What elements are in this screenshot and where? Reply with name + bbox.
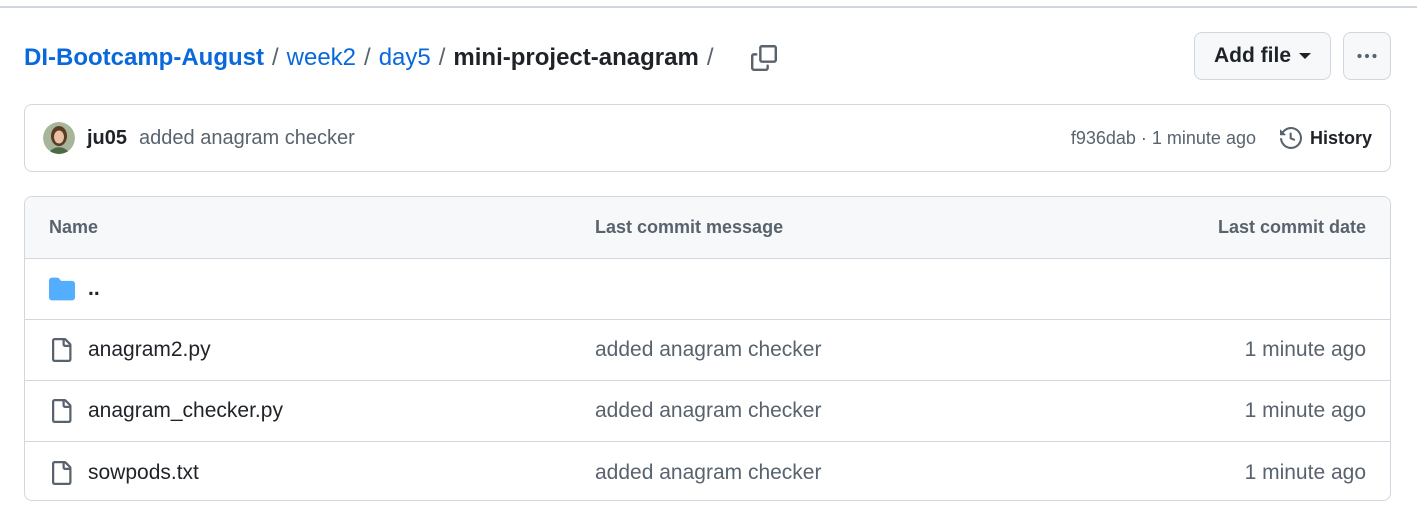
table-row: anagram2.py added anagram checker 1 minu… bbox=[25, 320, 1390, 381]
breadcrumb-separator: / bbox=[271, 44, 279, 71]
breadcrumb-link-week2[interactable]: week2 bbox=[287, 44, 356, 72]
table-header: Name Last commit message Last commit dat… bbox=[25, 197, 1390, 259]
avatar[interactable] bbox=[43, 122, 75, 154]
file-name-link[interactable]: sowpods.txt bbox=[88, 461, 199, 485]
breadcrumb-current: mini-project-anagram bbox=[453, 44, 699, 71]
copy-icon bbox=[751, 45, 778, 71]
more-options-button[interactable] bbox=[1343, 32, 1391, 80]
kebab-horizontal-icon bbox=[1357, 53, 1377, 59]
file-icon bbox=[49, 338, 73, 362]
breadcrumb-separator: / bbox=[364, 44, 371, 71]
parent-directory-link[interactable]: .. bbox=[88, 277, 100, 301]
file-commit-date: 1 minute ago bbox=[1244, 460, 1366, 484]
history-icon bbox=[1279, 127, 1302, 149]
top-divider bbox=[0, 6, 1417, 8]
add-file-label: Add file bbox=[1214, 44, 1291, 67]
folder-icon bbox=[49, 276, 75, 302]
file-commit-date: 1 minute ago bbox=[1244, 338, 1366, 361]
history-button[interactable]: History bbox=[1279, 127, 1372, 149]
file-commit-date: 1 minute ago bbox=[1244, 399, 1366, 422]
commit-hash-time[interactable]: f936dab · 1 minute ago bbox=[1071, 128, 1256, 149]
breadcrumb-link-day5[interactable]: day5 bbox=[379, 44, 431, 72]
caret-down-icon bbox=[1299, 53, 1311, 59]
file-commit-message-link[interactable]: added anagram checker bbox=[595, 338, 821, 362]
commit-message-link[interactable]: added anagram checker bbox=[139, 127, 355, 150]
copy-path-button[interactable] bbox=[747, 41, 781, 75]
breadcrumb: DI-Bootcamp-August / week2 / day5 / mini… bbox=[24, 38, 781, 78]
table-row: anagram_checker.py added anagram checker… bbox=[25, 381, 1390, 442]
table-row: sowpods.txt added anagram checker 1 minu… bbox=[25, 442, 1390, 500]
column-header-name: Name bbox=[49, 217, 99, 237]
file-commit-message-link[interactable]: added anagram checker bbox=[595, 461, 821, 485]
file-name-link[interactable]: anagram_checker.py bbox=[88, 399, 283, 423]
breadcrumb-separator: / bbox=[706, 44, 714, 71]
latest-commit-bar: ju05 added anagram checker f936dab · 1 m… bbox=[24, 104, 1391, 172]
file-icon bbox=[49, 399, 73, 423]
file-table: Name Last commit message Last commit dat… bbox=[24, 196, 1391, 501]
commit-author-link[interactable]: ju05 bbox=[87, 127, 127, 150]
parent-directory-row[interactable]: .. bbox=[25, 259, 1390, 320]
history-label: History bbox=[1309, 127, 1372, 148]
breadcrumb-repo-link[interactable]: DI-Bootcamp-August bbox=[24, 44, 264, 72]
file-name-link[interactable]: anagram2.py bbox=[88, 338, 211, 362]
file-commit-message-link[interactable]: added anagram checker bbox=[595, 399, 821, 423]
column-header-message: Last commit message bbox=[595, 217, 784, 237]
file-icon bbox=[49, 460, 73, 485]
add-file-button[interactable]: Add file bbox=[1194, 32, 1331, 80]
column-header-date: Last commit date bbox=[1217, 217, 1366, 237]
breadcrumb-separator: / bbox=[438, 44, 446, 71]
